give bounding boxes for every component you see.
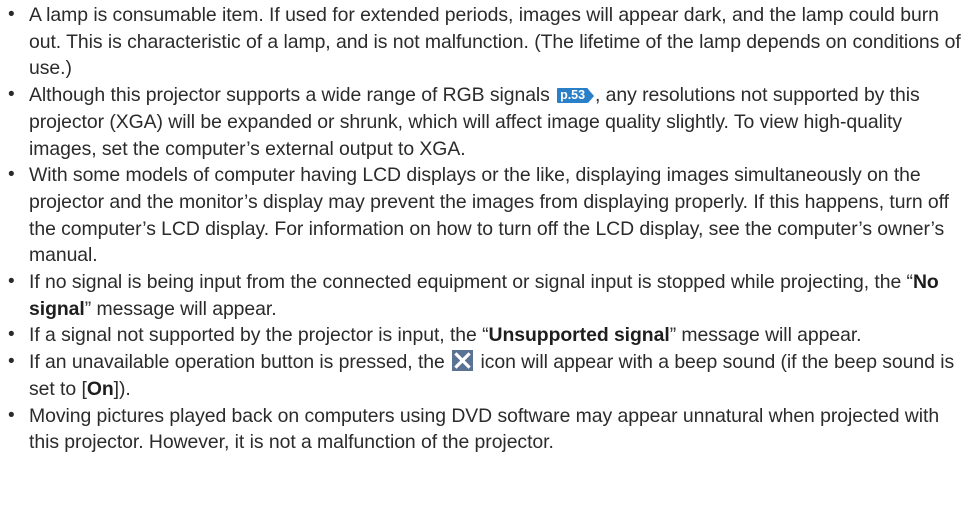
message-name: Unsupported signal [488, 324, 670, 347]
note-text: With some models of computer having LCD … [29, 164, 949, 267]
note-text: Although this projector supports a wide … [29, 84, 556, 107]
page-reference-label: p.53 [557, 88, 588, 104]
note-text: If a signal not supported by the project… [29, 324, 489, 347]
bullet: • [8, 84, 15, 106]
bullet: • [8, 324, 15, 346]
bullet: • [8, 271, 15, 293]
note-text: Moving pictures played back on computers… [29, 404, 940, 454]
bullet: • [8, 404, 15, 426]
page-reference-link[interactable]: p.53 [557, 88, 594, 104]
list-item: • A lamp is consumable item. If used for… [0, 2, 966, 82]
note-text: ]). [113, 377, 131, 400]
list-item: • Moving pictures played back on compute… [0, 403, 966, 456]
arrow-right-icon [587, 88, 594, 103]
note-text: ” message will appear. [669, 324, 862, 347]
note-text: ” message will appear. [84, 297, 277, 320]
list-item: • With some models of computer having LC… [0, 162, 966, 269]
bullet: • [8, 4, 15, 25]
list-item: • Although this projector supports a wid… [0, 82, 966, 162]
bullet: • [8, 164, 15, 186]
note-text: If an unavailable operation button is pr… [29, 351, 451, 374]
setting-value: On [86, 377, 114, 400]
list-item: • If an unavailable operation button is … [0, 349, 966, 402]
notes-list: • A lamp is consumable item. If used for… [0, 2, 966, 456]
note-text: If no signal is being input from the con… [29, 271, 913, 294]
x-mark-icon [452, 350, 474, 372]
list-item: • If no signal is being input from the c… [0, 269, 966, 322]
note-text: A lamp is consumable item. If used for e… [29, 4, 961, 80]
bullet: • [8, 351, 15, 373]
list-item: • If a signal not supported by the proje… [0, 322, 966, 349]
